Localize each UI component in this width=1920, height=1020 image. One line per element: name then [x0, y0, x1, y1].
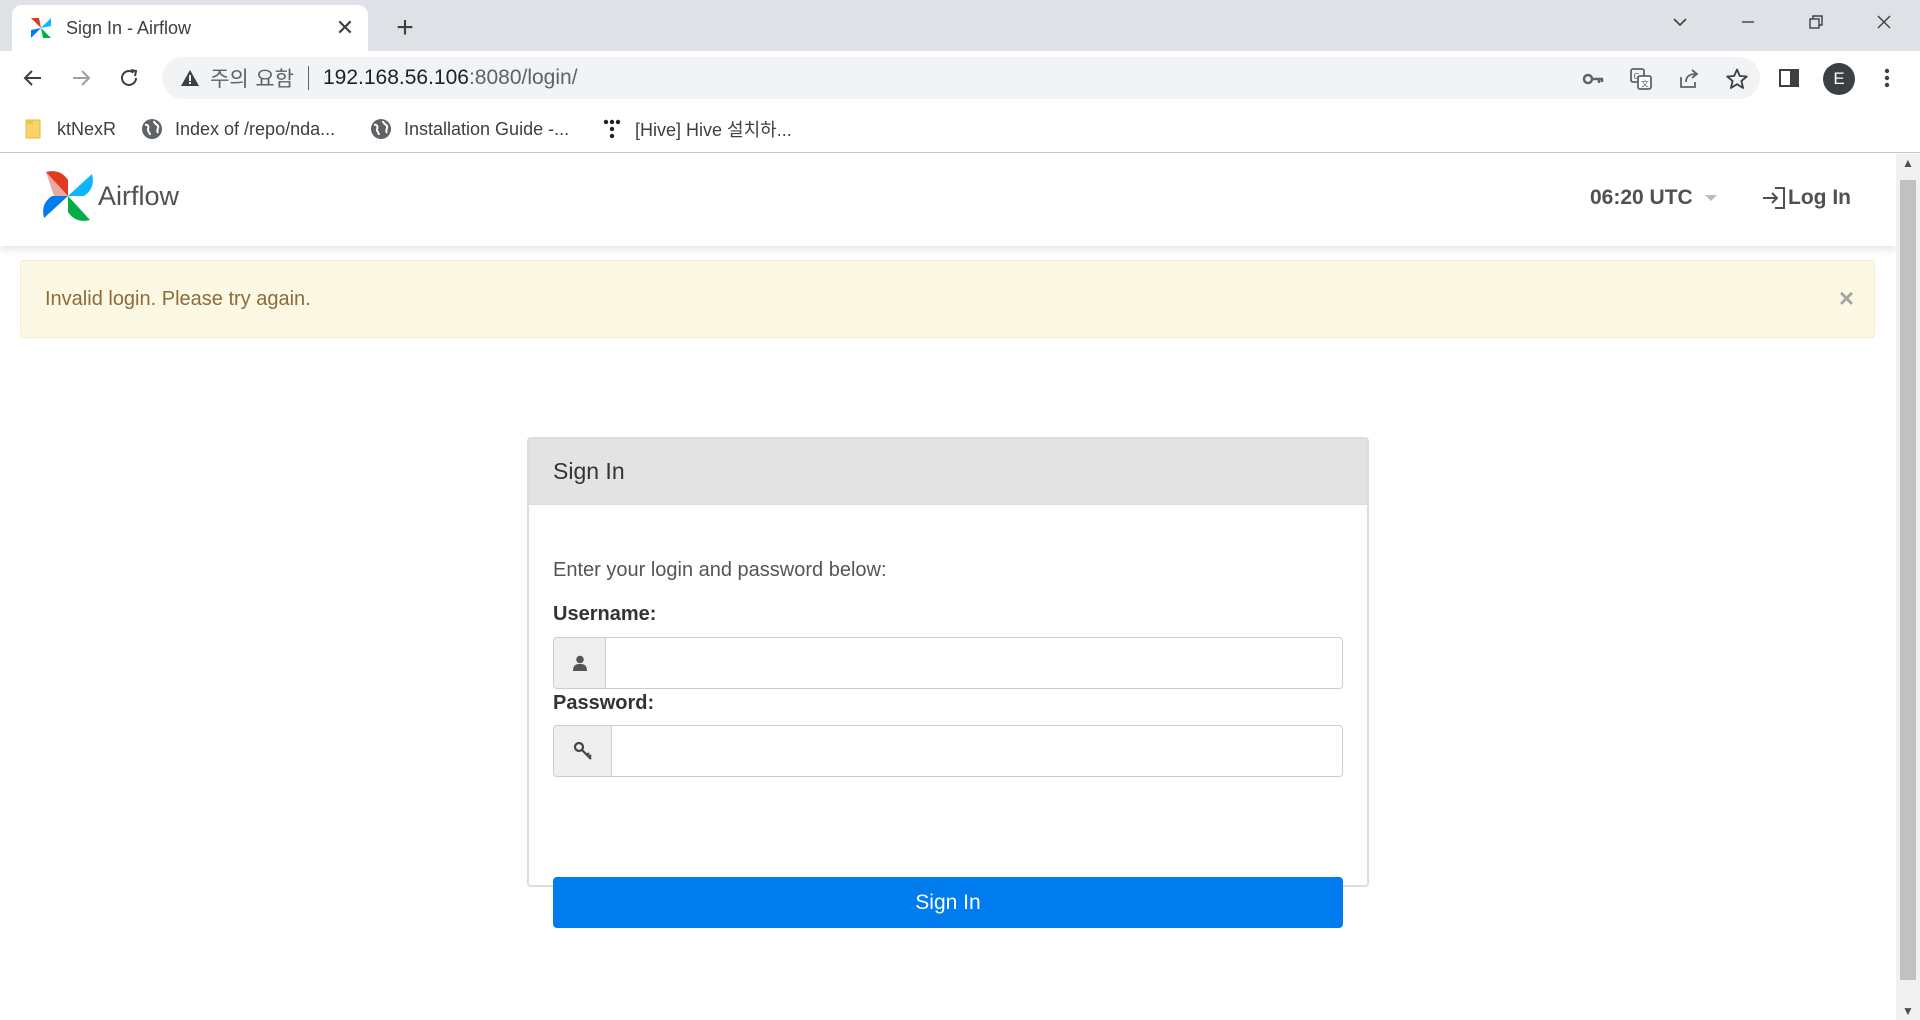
tab-title: Sign In - Airflow	[66, 17, 192, 38]
utc-clock-dropdown[interactable]: 06:20 UTC	[1590, 186, 1717, 210]
username-label: Username:	[553, 603, 657, 625]
bookmark-label: Installation Guide -...	[404, 118, 570, 139]
url-path: :8080/login/	[468, 66, 578, 89]
svg-text:G: G	[1634, 72, 1640, 81]
bookmark-ktnexr[interactable]: ktNexR	[22, 113, 116, 145]
bookmark-installation-guide[interactable]: Installation Guide -...	[369, 113, 569, 145]
browser-tab[interactable]: Sign In - Airflow ✕	[12, 5, 368, 51]
scroll-up-icon[interactable]: ▲	[1902, 156, 1914, 170]
browser-toolbar: 주의 요함 192.168.56.106:8080/login/ G文 E	[0, 51, 1920, 105]
tab-search-icon[interactable]	[1646, 0, 1714, 44]
profile-avatar[interactable]: E	[1823, 63, 1855, 95]
dots-icon	[600, 117, 624, 141]
share-icon[interactable]	[1676, 66, 1702, 92]
warning-icon[interactable]	[178, 66, 202, 90]
bookmark-index-of-repo[interactable]: Index of /repo/nda...	[140, 113, 335, 145]
airflow-favicon-icon	[28, 15, 54, 41]
alert-message: Invalid login. Please try again.	[45, 288, 311, 310]
restore-button[interactable]	[1782, 0, 1850, 44]
security-label[interactable]: 주의 요함	[210, 63, 294, 93]
globe-icon	[140, 117, 164, 141]
scroll-down-icon[interactable]: ▼	[1902, 1004, 1914, 1018]
svg-text:文: 文	[1641, 79, 1649, 89]
menu-kebab-icon[interactable]	[1870, 61, 1904, 95]
page-scrollbar[interactable]: ▲ ▼	[1896, 154, 1920, 1020]
scroll-thumb[interactable]	[1900, 180, 1916, 980]
url-text[interactable]: 192.168.56.106:8080/login/	[323, 66, 578, 90]
globe-icon	[369, 117, 393, 141]
login-label: Log In	[1788, 186, 1851, 209]
address-bar[interactable]: 주의 요함 192.168.56.106:8080/login/ G文	[162, 57, 1760, 99]
panel-title: Sign In	[529, 439, 1367, 505]
reload-button[interactable]	[110, 59, 148, 97]
brand-text: Airflow	[98, 180, 180, 211]
airflow-logo-icon	[43, 171, 93, 221]
login-link[interactable]: Log In	[1760, 184, 1851, 212]
login-panel: Sign In Enter your login and password be…	[527, 437, 1369, 928]
sign-in-button[interactable]: Sign In	[553, 877, 1343, 928]
clock-text: 06:20 UTC	[1590, 186, 1693, 209]
airflow-brand[interactable]: Airflow	[40, 168, 179, 224]
caret-down-icon	[1704, 195, 1717, 201]
url-host: 192.168.56.106	[322, 66, 469, 89]
username-input[interactable]	[606, 638, 1342, 688]
key-icon	[554, 726, 612, 776]
sign-in-icon	[1760, 184, 1788, 212]
forward-button[interactable]	[62, 59, 100, 97]
bookmark-label: ktNexR	[57, 118, 117, 139]
bookmark-hive-install[interactable]: [Hive] Hive 설치하...	[600, 113, 792, 145]
minimize-button[interactable]	[1714, 0, 1782, 44]
bookmarks-bar: ktNexR Index of /repo/nda... Installatio…	[0, 105, 1920, 153]
close-window-button[interactable]	[1850, 0, 1918, 44]
tab-close-icon[interactable]: ✕	[330, 13, 360, 43]
user-icon	[554, 638, 606, 688]
bookmark-label: [Hive] Hive 설치하...	[635, 120, 792, 140]
tab-strip: Sign In - Airflow ✕ +	[0, 0, 1920, 51]
password-input-group	[553, 725, 1343, 777]
alert-close-icon[interactable]: ×	[1839, 283, 1854, 314]
username-input-group	[553, 637, 1343, 689]
bookmark-star-icon[interactable]	[1724, 66, 1750, 92]
folder-icon	[22, 117, 46, 141]
login-instructions: Enter your login and password below:	[553, 559, 887, 581]
password-key-icon[interactable]	[1580, 66, 1606, 92]
back-button[interactable]	[14, 59, 52, 97]
invalid-login-alert: Invalid login. Please try again. ×	[20, 260, 1875, 338]
password-label: Password:	[553, 692, 655, 714]
airflow-navbar: Airflow 06:20 UTC Log In	[0, 154, 1896, 246]
omnibox-separator	[307, 66, 309, 90]
page-viewport: Airflow 06:20 UTC Log In Invalid login. …	[0, 154, 1896, 1020]
bookmark-label: Index of /repo/nda...	[175, 118, 336, 139]
new-tab-button[interactable]: +	[388, 11, 422, 45]
password-input[interactable]	[612, 726, 1342, 776]
translate-icon[interactable]: G文	[1628, 66, 1654, 92]
side-panel-icon[interactable]	[1772, 61, 1806, 95]
